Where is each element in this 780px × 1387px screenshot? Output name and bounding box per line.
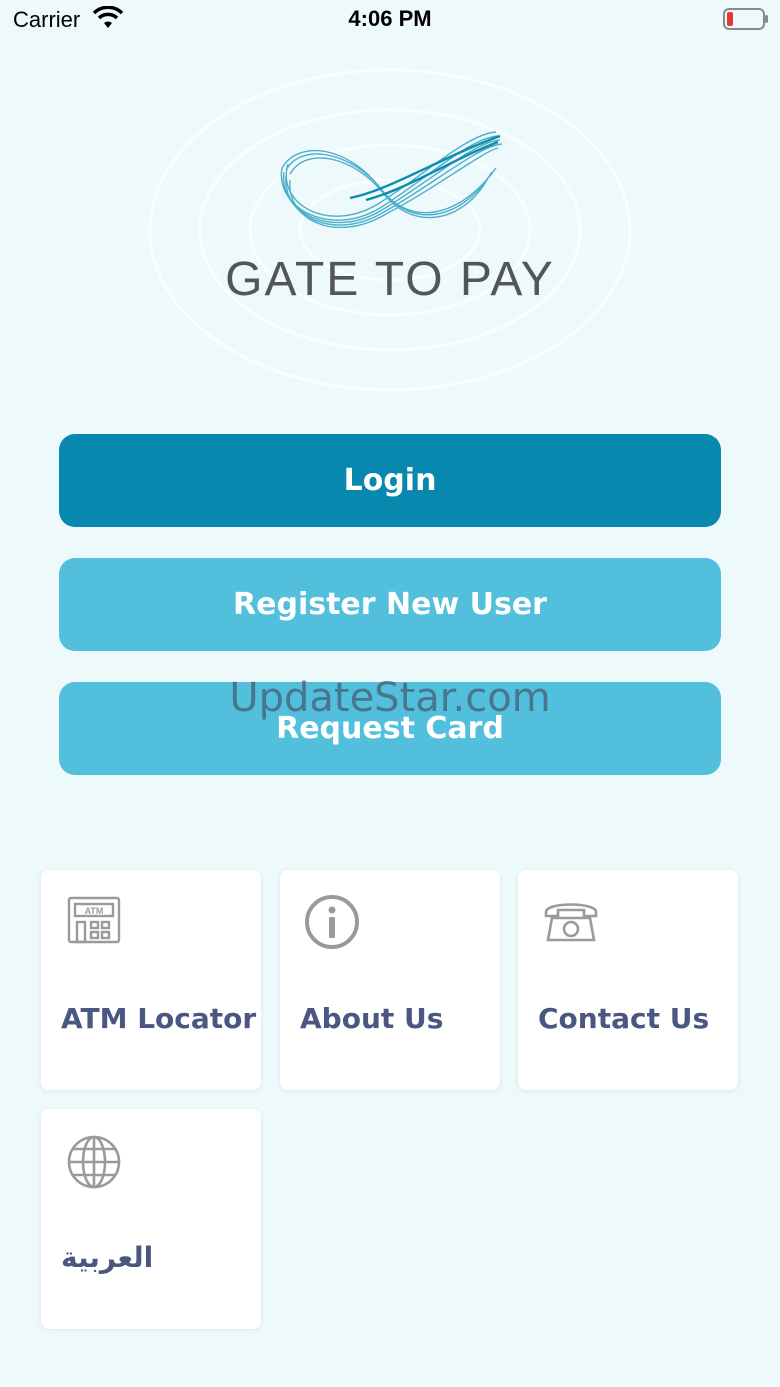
tile-contact-us[interactable]: Contact Us	[518, 870, 738, 1090]
register-button-label: Register New User	[233, 587, 547, 622]
tile-label: ATM Locator	[61, 1002, 257, 1035]
atm-icon: ATM	[67, 896, 121, 944]
battery-icon	[723, 8, 768, 30]
info-icon	[305, 895, 359, 949]
login-button[interactable]: Login	[59, 434, 721, 527]
tile-label: Contact Us	[538, 1002, 710, 1035]
watermark-text: UpdateStar.com	[229, 675, 551, 721]
status-bar: Carrier 4:06 PM	[0, 0, 780, 40]
status-time: 4:06 PM	[348, 6, 432, 31]
svg-text:ATM: ATM	[85, 906, 104, 916]
login-button-label: Login	[343, 463, 437, 498]
brand-name: GATE TO PAY	[225, 253, 555, 306]
tile-arabic-language[interactable]: العربية	[41, 1109, 261, 1329]
register-new-user-button[interactable]: Register New User	[59, 558, 721, 651]
tile-label: About Us	[300, 1002, 444, 1035]
globe-icon	[67, 1135, 121, 1189]
tile-atm-locator[interactable]: ATM ATM Locator	[41, 870, 261, 1090]
infinity-logo-icon	[280, 131, 503, 229]
tile-about-us[interactable]: About Us	[280, 870, 500, 1090]
tile-label: العربية	[61, 1241, 154, 1274]
telephone-icon	[544, 903, 598, 942]
